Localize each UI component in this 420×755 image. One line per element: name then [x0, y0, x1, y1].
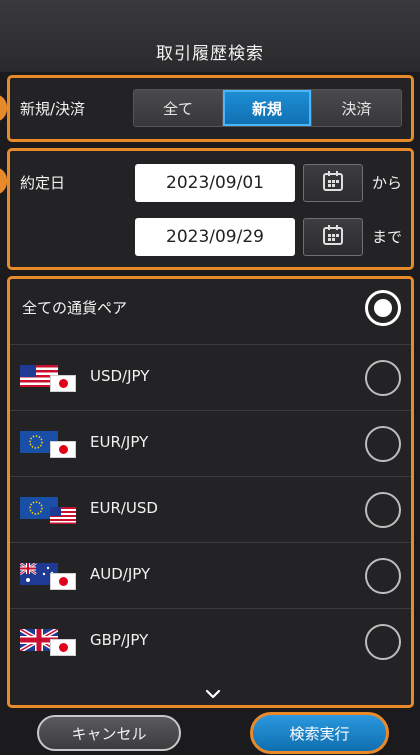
trade-type-label: 新規/決済: [20, 100, 86, 118]
jp-flag-icon: [50, 375, 76, 392]
list-item-usd-jpy[interactable]: USD/JPY: [10, 345, 411, 411]
us-flag-icon: [50, 507, 76, 524]
jp-flag-icon: [50, 639, 76, 656]
jp-flag-icon: [50, 441, 76, 458]
contract-date-label: 約定日: [20, 174, 66, 192]
all-pairs-label: 全ての通貨ペア: [22, 299, 128, 317]
segment-all[interactable]: 全て: [134, 90, 223, 126]
page-title: 取引履歴検索: [156, 44, 264, 64]
flag-pair: [20, 497, 78, 527]
radio-usd-jpy[interactable]: [365, 360, 401, 396]
radio-aud-jpy[interactable]: [365, 558, 401, 594]
contract-date-section: 約定日 2023/09/01 から 2023/09/29 まで: [0, 148, 414, 270]
from-calendar-button[interactable]: [303, 164, 363, 202]
flag-pair: [20, 629, 78, 659]
chevron-down-icon[interactable]: [205, 684, 221, 703]
calendar-icon: [322, 224, 344, 250]
pair-label: EUR/USD: [90, 499, 158, 517]
pair-label: USD/JPY: [90, 367, 150, 385]
list-item-gbp-jpy[interactable]: GBP/JPY: [10, 609, 411, 675]
flag-pair: [20, 431, 78, 461]
trade-type-section: 新規/決済 全て 新規 決済: [0, 75, 414, 142]
header-bar: 取引履歴検索: [0, 0, 420, 72]
radio-eur-usd[interactable]: [365, 492, 401, 528]
pair-label: AUD/JPY: [90, 565, 151, 583]
list-item-eur-usd[interactable]: EUR/USD: [10, 477, 411, 543]
radio-all-pairs[interactable]: [365, 290, 401, 326]
pair-label: EUR/JPY: [90, 433, 149, 451]
calendar-icon: [322, 170, 344, 196]
flag-pair: [20, 365, 78, 395]
list-item-all-pairs[interactable]: 全ての通貨ペア: [10, 279, 411, 345]
from-suffix: から: [372, 174, 403, 192]
segment-new[interactable]: 新規: [223, 90, 312, 126]
jp-flag-icon: [50, 573, 76, 590]
to-date-field[interactable]: 2023/09/29: [135, 218, 295, 256]
currency-pair-section: 全ての通貨ペア USD/JPY EUR/JPY EUR/USD AUD/JPY …: [7, 276, 414, 708]
to-suffix: まで: [372, 228, 403, 246]
footer-bar: キャンセル 検索実行: [0, 710, 420, 755]
flag-pair: [20, 563, 78, 593]
trade-type-segmented-control: 全て 新規 決済: [133, 89, 402, 127]
to-calendar-button[interactable]: [303, 218, 363, 256]
radio-gbp-jpy[interactable]: [365, 624, 401, 660]
cancel-button[interactable]: キャンセル: [37, 715, 181, 751]
section-marker: [0, 94, 7, 122]
pair-label: GBP/JPY: [90, 631, 149, 649]
section-marker: [0, 167, 7, 195]
radio-eur-jpy[interactable]: [365, 426, 401, 462]
from-date-field[interactable]: 2023/09/01: [135, 164, 295, 202]
search-button[interactable]: 検索実行: [250, 712, 389, 754]
list-item-eur-jpy[interactable]: EUR/JPY: [10, 411, 411, 477]
list-item-aud-jpy[interactable]: AUD/JPY: [10, 543, 411, 609]
segment-settlement[interactable]: 決済: [312, 90, 401, 126]
